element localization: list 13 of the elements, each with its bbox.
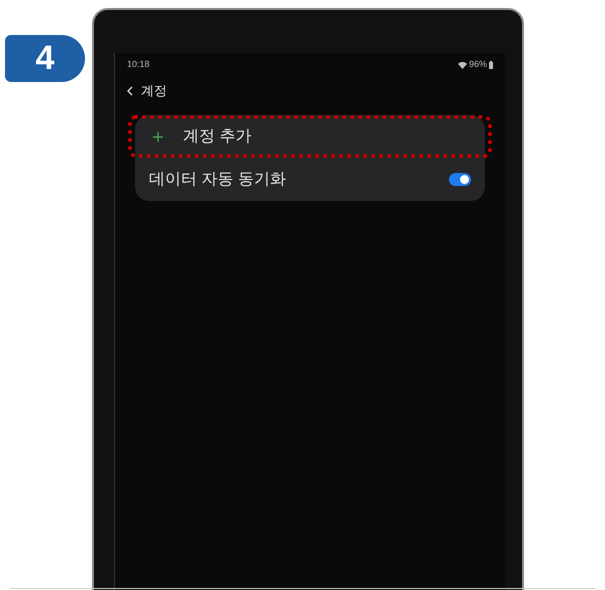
setting-row[interactable]: 계정 추가 xyxy=(135,115,485,158)
status-time: 10:18 xyxy=(127,58,150,72)
plus-icon xyxy=(153,132,163,142)
page-title: 계정 xyxy=(141,82,167,100)
wifi-icon xyxy=(458,62,467,68)
back-icon[interactable] xyxy=(127,86,133,96)
toggle-row[interactable]: 데이터 자동 동기화 xyxy=(135,158,485,201)
step-badge: 4 xyxy=(5,35,85,82)
setting-label: 데이터 자동 동기화 xyxy=(149,170,287,190)
battery-icon xyxy=(489,61,493,69)
battery-percent: 96% xyxy=(468,58,487,72)
setting-label: 계정 추가 xyxy=(183,126,252,146)
toggle-switch[interactable] xyxy=(449,173,471,186)
